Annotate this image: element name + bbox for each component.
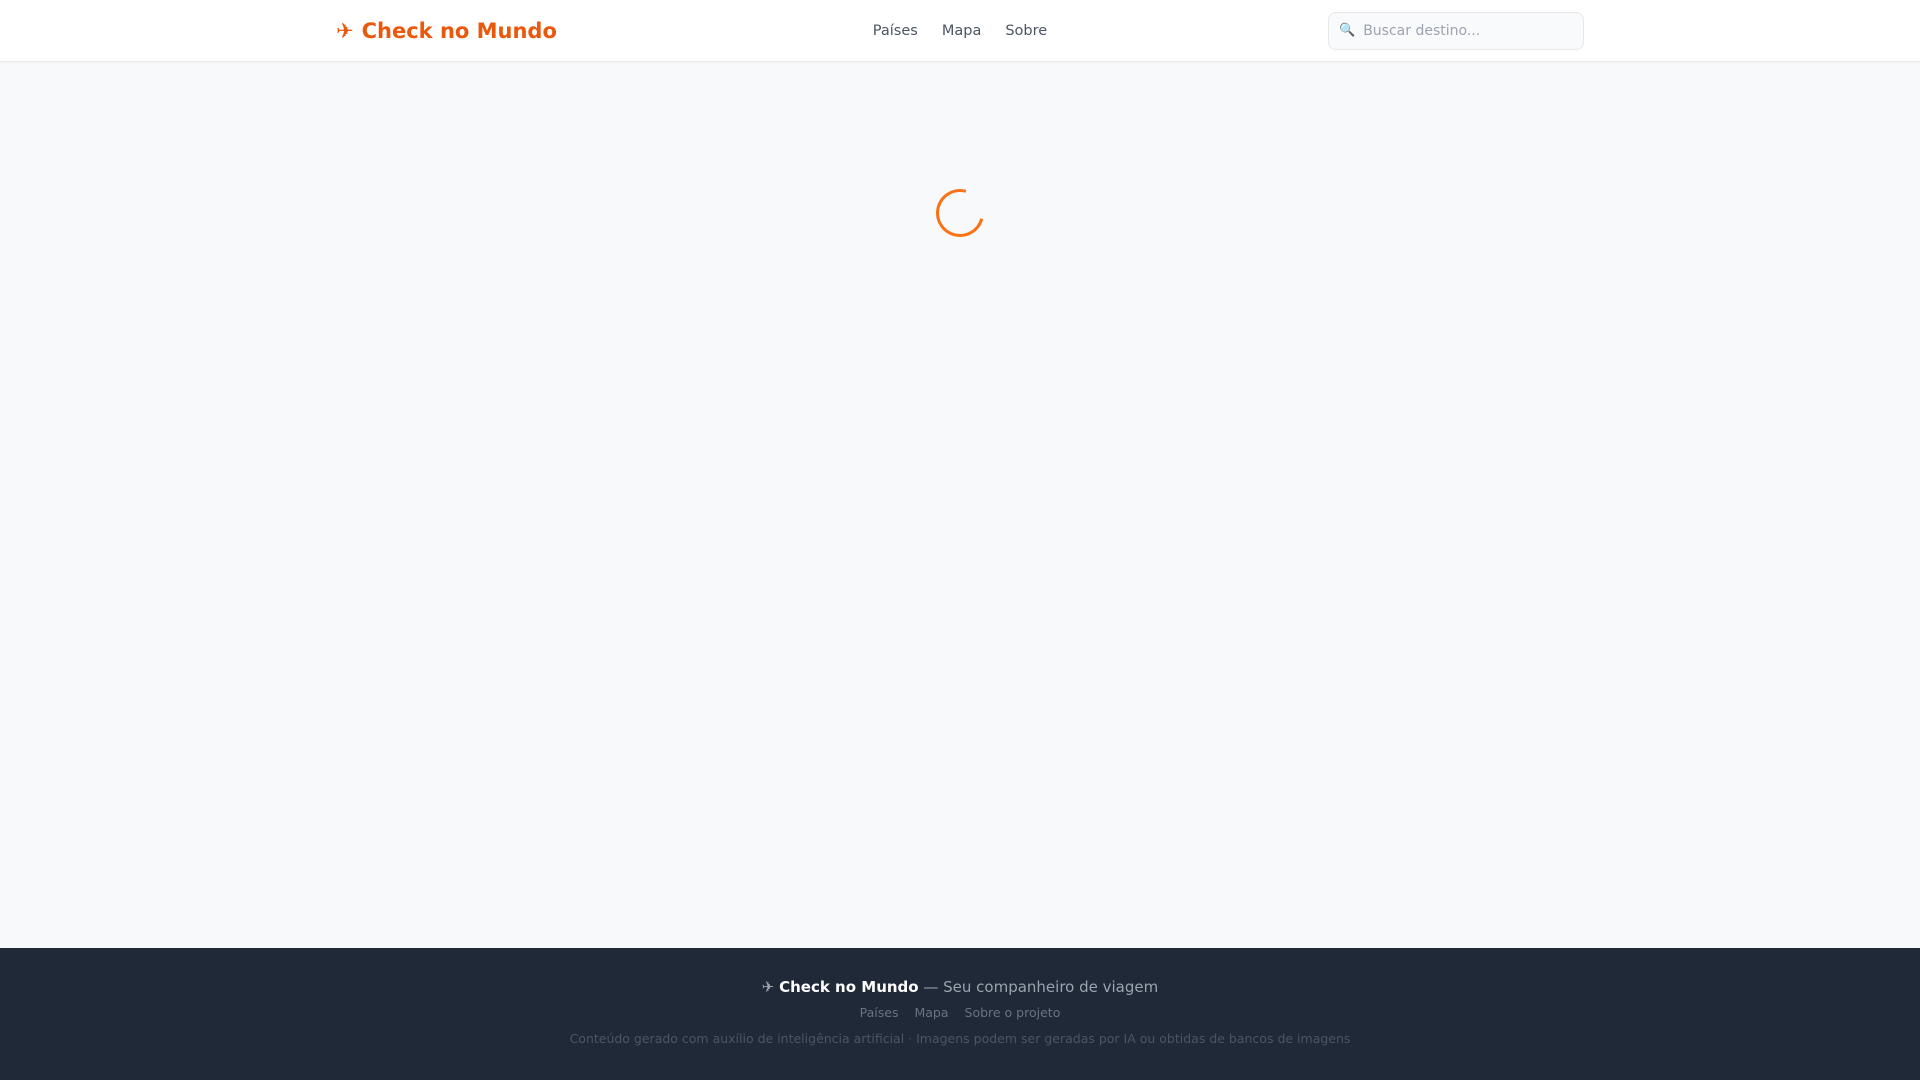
search-input[interactable] — [1363, 22, 1573, 39]
logo-text: Check no Mundo — [361, 18, 557, 43]
footer-link-paises[interactable]: Países — [860, 1005, 899, 1020]
nav-sobre[interactable]: Sobre — [1005, 23, 1047, 39]
loading-spinner — [927, 180, 993, 246]
site-footer: ✈ Check no Mundo — Seu companheiro de vi… — [0, 948, 1920, 1080]
footer-brand: Check no Mundo — [779, 978, 919, 996]
main-nav: Países Mapa Sobre — [873, 23, 1047, 39]
footer-tagline: ✈ Check no Mundo — Seu companheiro de vi… — [762, 978, 1158, 996]
search-box[interactable]: 🔍 — [1328, 11, 1584, 50]
footer-link-mapa[interactable]: Mapa — [914, 1005, 948, 1020]
main-content — [0, 62, 1920, 948]
nav-mapa[interactable]: Mapa — [942, 23, 982, 39]
airplane-icon: ✈ — [761, 978, 775, 996]
nav-paises[interactable]: Países — [873, 23, 918, 39]
airplane-icon: ✈ — [336, 18, 354, 43]
search-icon: 🔍 — [1339, 23, 1356, 38]
site-header: ✈ Check no Mundo Países Mapa Sobre 🔍 — [0, 0, 1920, 62]
footer-disclaimer: Conteúdo gerado com auxílio de inteligên… — [569, 1031, 1351, 1046]
footer-link-sobre[interactable]: Sobre o projeto — [965, 1005, 1061, 1020]
footer-tagline-text: — Seu companheiro de viagem — [923, 978, 1159, 996]
footer-links: Países Mapa Sobre o projeto — [860, 1005, 1061, 1020]
logo-link[interactable]: ✈ Check no Mundo — [336, 19, 557, 43]
